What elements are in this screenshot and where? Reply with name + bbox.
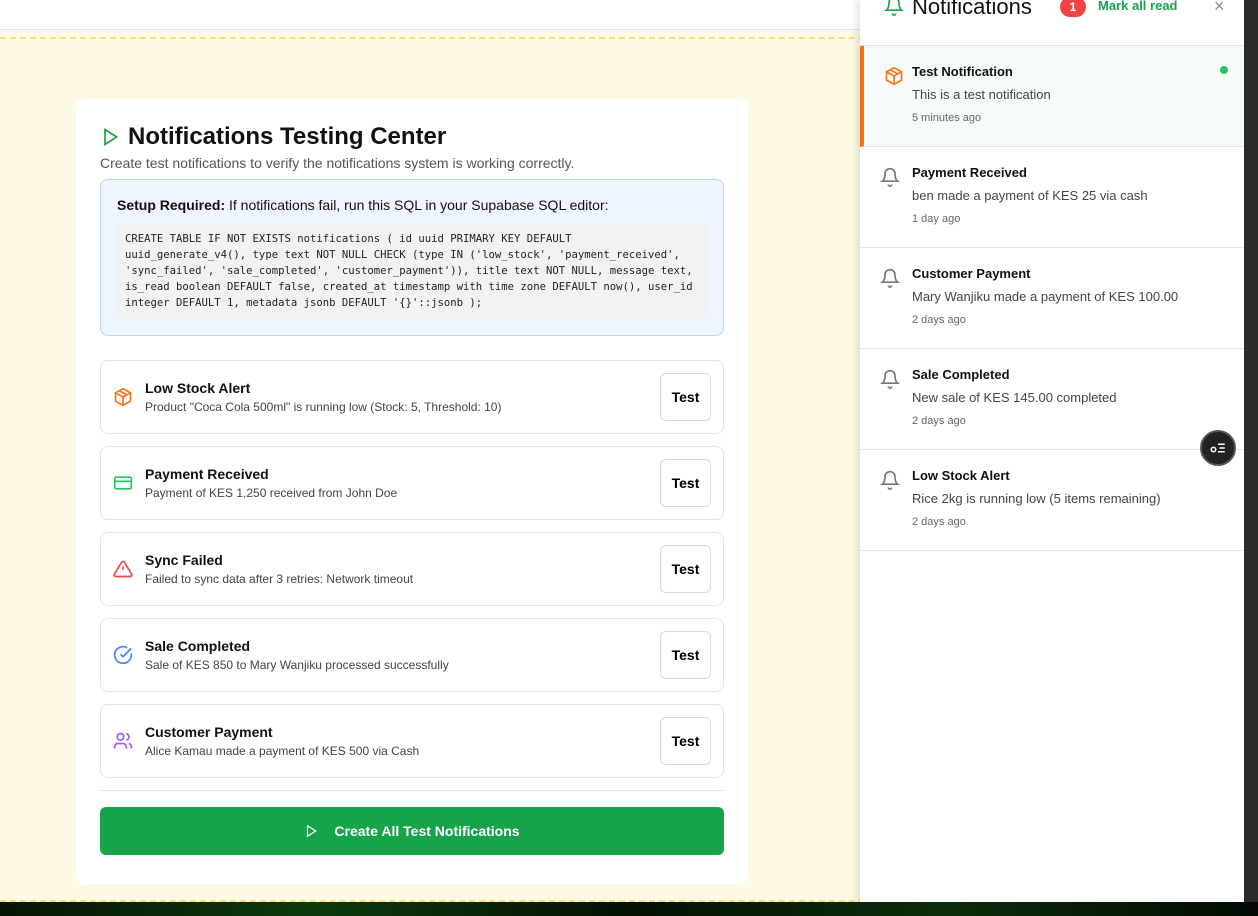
unread-badge: 1 [1060,0,1086,17]
bell-icon [880,369,900,389]
test-row: Sale Completed Sale of KES 850 to Mary W… [100,618,724,692]
package-icon [885,66,903,86]
setup-notice: Setup Required: If notifications fail, r… [100,179,724,336]
scrollbar[interactable] [1244,0,1258,902]
notification-item[interactable]: Low Stock Alert Rice 2kg is running low … [860,450,1244,551]
page-title-text: Notifications Testing Center [128,123,447,150]
notification-time: 2 days ago [912,415,966,427]
notification-message: ben made a payment of KES 25 via cash [912,188,1148,203]
bell-icon [880,268,900,288]
notification-item[interactable]: Customer Payment Mary Wanjiku made a pay… [860,248,1244,349]
floating-menu-button[interactable] [1200,430,1236,466]
notification-title: Test Notification [912,64,1013,79]
divider [100,790,724,791]
credit-card-icon [113,476,133,490]
test-description: Sale of KES 850 to Mary Wanjiku processe… [145,658,449,672]
create-all-button[interactable]: Create All Test Notifications [100,807,724,855]
close-icon[interactable]: × [1214,0,1225,17]
test-row: Customer Payment Alice Kamau made a paym… [100,704,724,778]
test-title: Sync Failed [145,552,223,568]
list-settings-icon [1210,443,1225,453]
panel-title: Notifications [912,0,1032,19]
notification-item[interactable]: Test Notification This is a test notific… [860,46,1244,147]
test-title: Low Stock Alert [145,380,251,396]
mark-all-read-button[interactable]: Mark all read [1098,0,1178,13]
package-icon [114,387,132,407]
page-subtitle: Create test notifications to verify the … [100,155,575,171]
test-button[interactable]: Test [660,373,711,421]
check-circle-icon [113,645,133,665]
notification-message: New sale of KES 145.00 completed [912,390,1117,405]
notification-time: 2 days ago [912,314,966,326]
notification-title: Payment Received [912,165,1027,180]
test-title: Customer Payment [145,724,273,740]
notification-title: Sale Completed [912,367,1010,382]
users-icon [113,732,133,749]
sql-code: CREATE TABLE IF NOT EXISTS notifications… [117,223,707,319]
alert-triangle-icon [113,560,133,578]
notification-message: Rice 2kg is running low (5 items remaini… [912,491,1161,506]
test-title: Sale Completed [145,638,251,654]
testing-card: Notifications Testing Center Create test… [76,99,748,884]
test-button[interactable]: Test [660,631,711,679]
test-description: Payment of KES 1,250 received from John … [145,486,398,500]
notification-message: Mary Wanjiku made a payment of KES 100.0… [912,289,1179,304]
notification-item[interactable]: Sale Completed New sale of KES 145.00 co… [860,349,1244,450]
notification-time: 5 minutes ago [912,112,982,124]
notification-title: Low Stock Alert [912,468,1010,483]
notification-time: 1 day ago [912,213,961,225]
notifications-panel: Notifications 1 Mark all read × Test Not… [860,0,1244,902]
test-row: Payment Received Payment of KES 1,250 re… [100,446,724,520]
page-title: Notifications Testing Center [100,123,724,151]
test-button[interactable]: Test [660,717,711,765]
notification-title: Customer Payment [912,266,1031,281]
play-icon [307,824,318,838]
test-button[interactable]: Test [660,459,711,507]
notification-list: Test Notification This is a test notific… [860,46,1244,551]
taskbar [0,902,1258,916]
unread-dot [1220,66,1228,74]
test-description: Failed to sync data after 3 retries: Net… [145,572,414,586]
test-row: Sync Failed Failed to sync data after 3 … [100,532,724,606]
notification-time: 2 days ago [912,516,966,528]
test-description: Alice Kamau made a payment of KES 500 vi… [145,744,420,758]
test-row: Low Stock Alert Product "Coca Cola 500ml… [100,360,724,434]
bell-icon [880,470,900,490]
play-icon [104,127,119,147]
bell-icon [884,0,904,16]
setup-text: If notifications fail, run this SQL in y… [225,197,609,213]
notification-message: This is a test notification [912,87,1051,102]
bell-icon [880,167,900,187]
test-list: Low Stock Alert Product "Coca Cola 500ml… [100,360,724,778]
panel-header: Notifications 1 Mark all read × [860,0,1244,46]
notification-item[interactable]: Payment Received ben made a payment of K… [860,147,1244,248]
test-title: Payment Received [145,466,269,482]
test-description: Product "Coca Cola 500ml" is running low… [145,400,502,414]
test-button[interactable]: Test [660,545,711,593]
create-all-label: Create All Test Notifications [334,823,520,839]
setup-label: Setup Required: [117,197,226,213]
